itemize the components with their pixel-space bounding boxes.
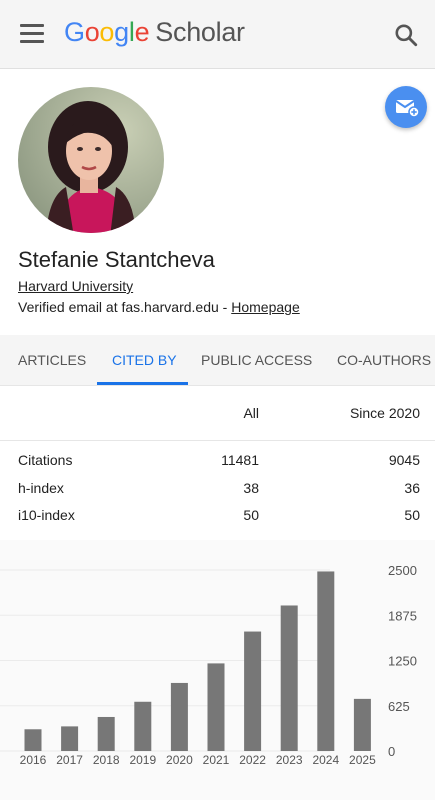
bar-2018[interactable] — [97, 716, 115, 751]
x-tick-label: 2020 — [166, 753, 193, 767]
profile-name: Stefanie Stantcheva — [18, 247, 215, 272]
logo-letter: o — [99, 17, 115, 47]
bar-2024[interactable] — [317, 571, 335, 751]
logo-letter: g — [114, 17, 129, 47]
stat-since-citations: 9045 — [388, 452, 420, 468]
x-tick-label: 2023 — [276, 753, 303, 767]
x-tick-label: 2016 — [20, 753, 47, 767]
email-add-button[interactable] — [385, 86, 427, 128]
google-scholar-logo[interactable]: Google Scholar — [64, 17, 245, 48]
bar-2023[interactable] — [280, 605, 298, 751]
x-tick-label: 2025 — [349, 753, 376, 767]
verified-email-text: Verified email at fas.harvard.edu - — [18, 299, 232, 315]
stat-all-i10-index: 50 — [243, 507, 259, 523]
homepage-link[interactable]: Homepage — [231, 299, 300, 315]
y-tick-label: 1250 — [388, 654, 417, 669]
tab-co-authors[interactable]: CO-AUTHORS — [337, 352, 431, 368]
bar-2019[interactable] — [134, 701, 152, 751]
y-tick-label: 0 — [388, 744, 395, 759]
email-add-icon — [395, 100, 420, 118]
bar-2021[interactable] — [207, 663, 225, 751]
tab-cited-by[interactable]: CITED BY — [112, 352, 177, 368]
x-tick-label: 2017 — [56, 753, 83, 767]
stat-all-h-index: 38 — [243, 480, 259, 496]
divider — [0, 440, 435, 441]
logo-letter: o — [84, 17, 100, 47]
menu-icon[interactable] — [20, 24, 44, 44]
profile-tabs: ARTICLES CITED BY PUBLIC ACCESS CO-AUTHO… — [0, 335, 435, 386]
search-icon[interactable] — [393, 22, 419, 48]
citations-bar-chart: 2500 1875 1250 625 0 2016 2017 2018 2019 2020 2021… — [0, 563, 417, 767]
avatar — [18, 87, 164, 233]
tab-articles[interactable]: ARTICLES — [18, 352, 86, 368]
logo-letter: e — [134, 17, 150, 47]
stat-all-citations: 11481 — [221, 452, 259, 468]
affiliation-link[interactable]: Harvard University — [18, 278, 133, 294]
stat-label-h-index: h-index — [18, 480, 64, 496]
y-tick-label: 625 — [388, 699, 410, 714]
x-tick-label: 2018 — [93, 753, 120, 767]
app-bar: Google Scholar — [0, 0, 435, 69]
tab-public-access[interactable]: PUBLIC ACCESS — [201, 352, 312, 368]
x-tick-label: 2022 — [239, 753, 266, 767]
logo-scholar-word: Scholar — [155, 17, 245, 47]
y-tick-label: 1875 — [388, 608, 417, 623]
bar-2025[interactable] — [353, 698, 371, 751]
active-tab-indicator — [97, 382, 188, 385]
stat-since-i10-index: 50 — [404, 507, 420, 523]
x-tick-label: 2019 — [129, 753, 156, 767]
bar-2020[interactable] — [170, 682, 188, 751]
bar-2022[interactable] — [244, 631, 262, 751]
citations-chart: 2500 1875 1250 625 0 2016 2017 2018 2019 2020 2021… — [0, 540, 435, 800]
x-tick-label: 2021 — [203, 753, 230, 767]
x-tick-label: 2024 — [312, 753, 339, 767]
bar-2017[interactable] — [61, 726, 79, 751]
col-header-since: Since 2020 — [349, 405, 420, 421]
stat-since-h-index: 36 — [404, 480, 420, 496]
bar-2016[interactable] — [24, 729, 42, 751]
stat-label-citations: Citations — [18, 452, 73, 468]
col-header-all: All — [243, 405, 259, 421]
y-tick-label: 2500 — [388, 563, 417, 578]
stat-label-i10-index: i10-index — [18, 507, 75, 523]
verified-email-line: Verified email at fas.harvard.edu - Home… — [18, 299, 300, 315]
logo-letter: G — [64, 17, 85, 47]
